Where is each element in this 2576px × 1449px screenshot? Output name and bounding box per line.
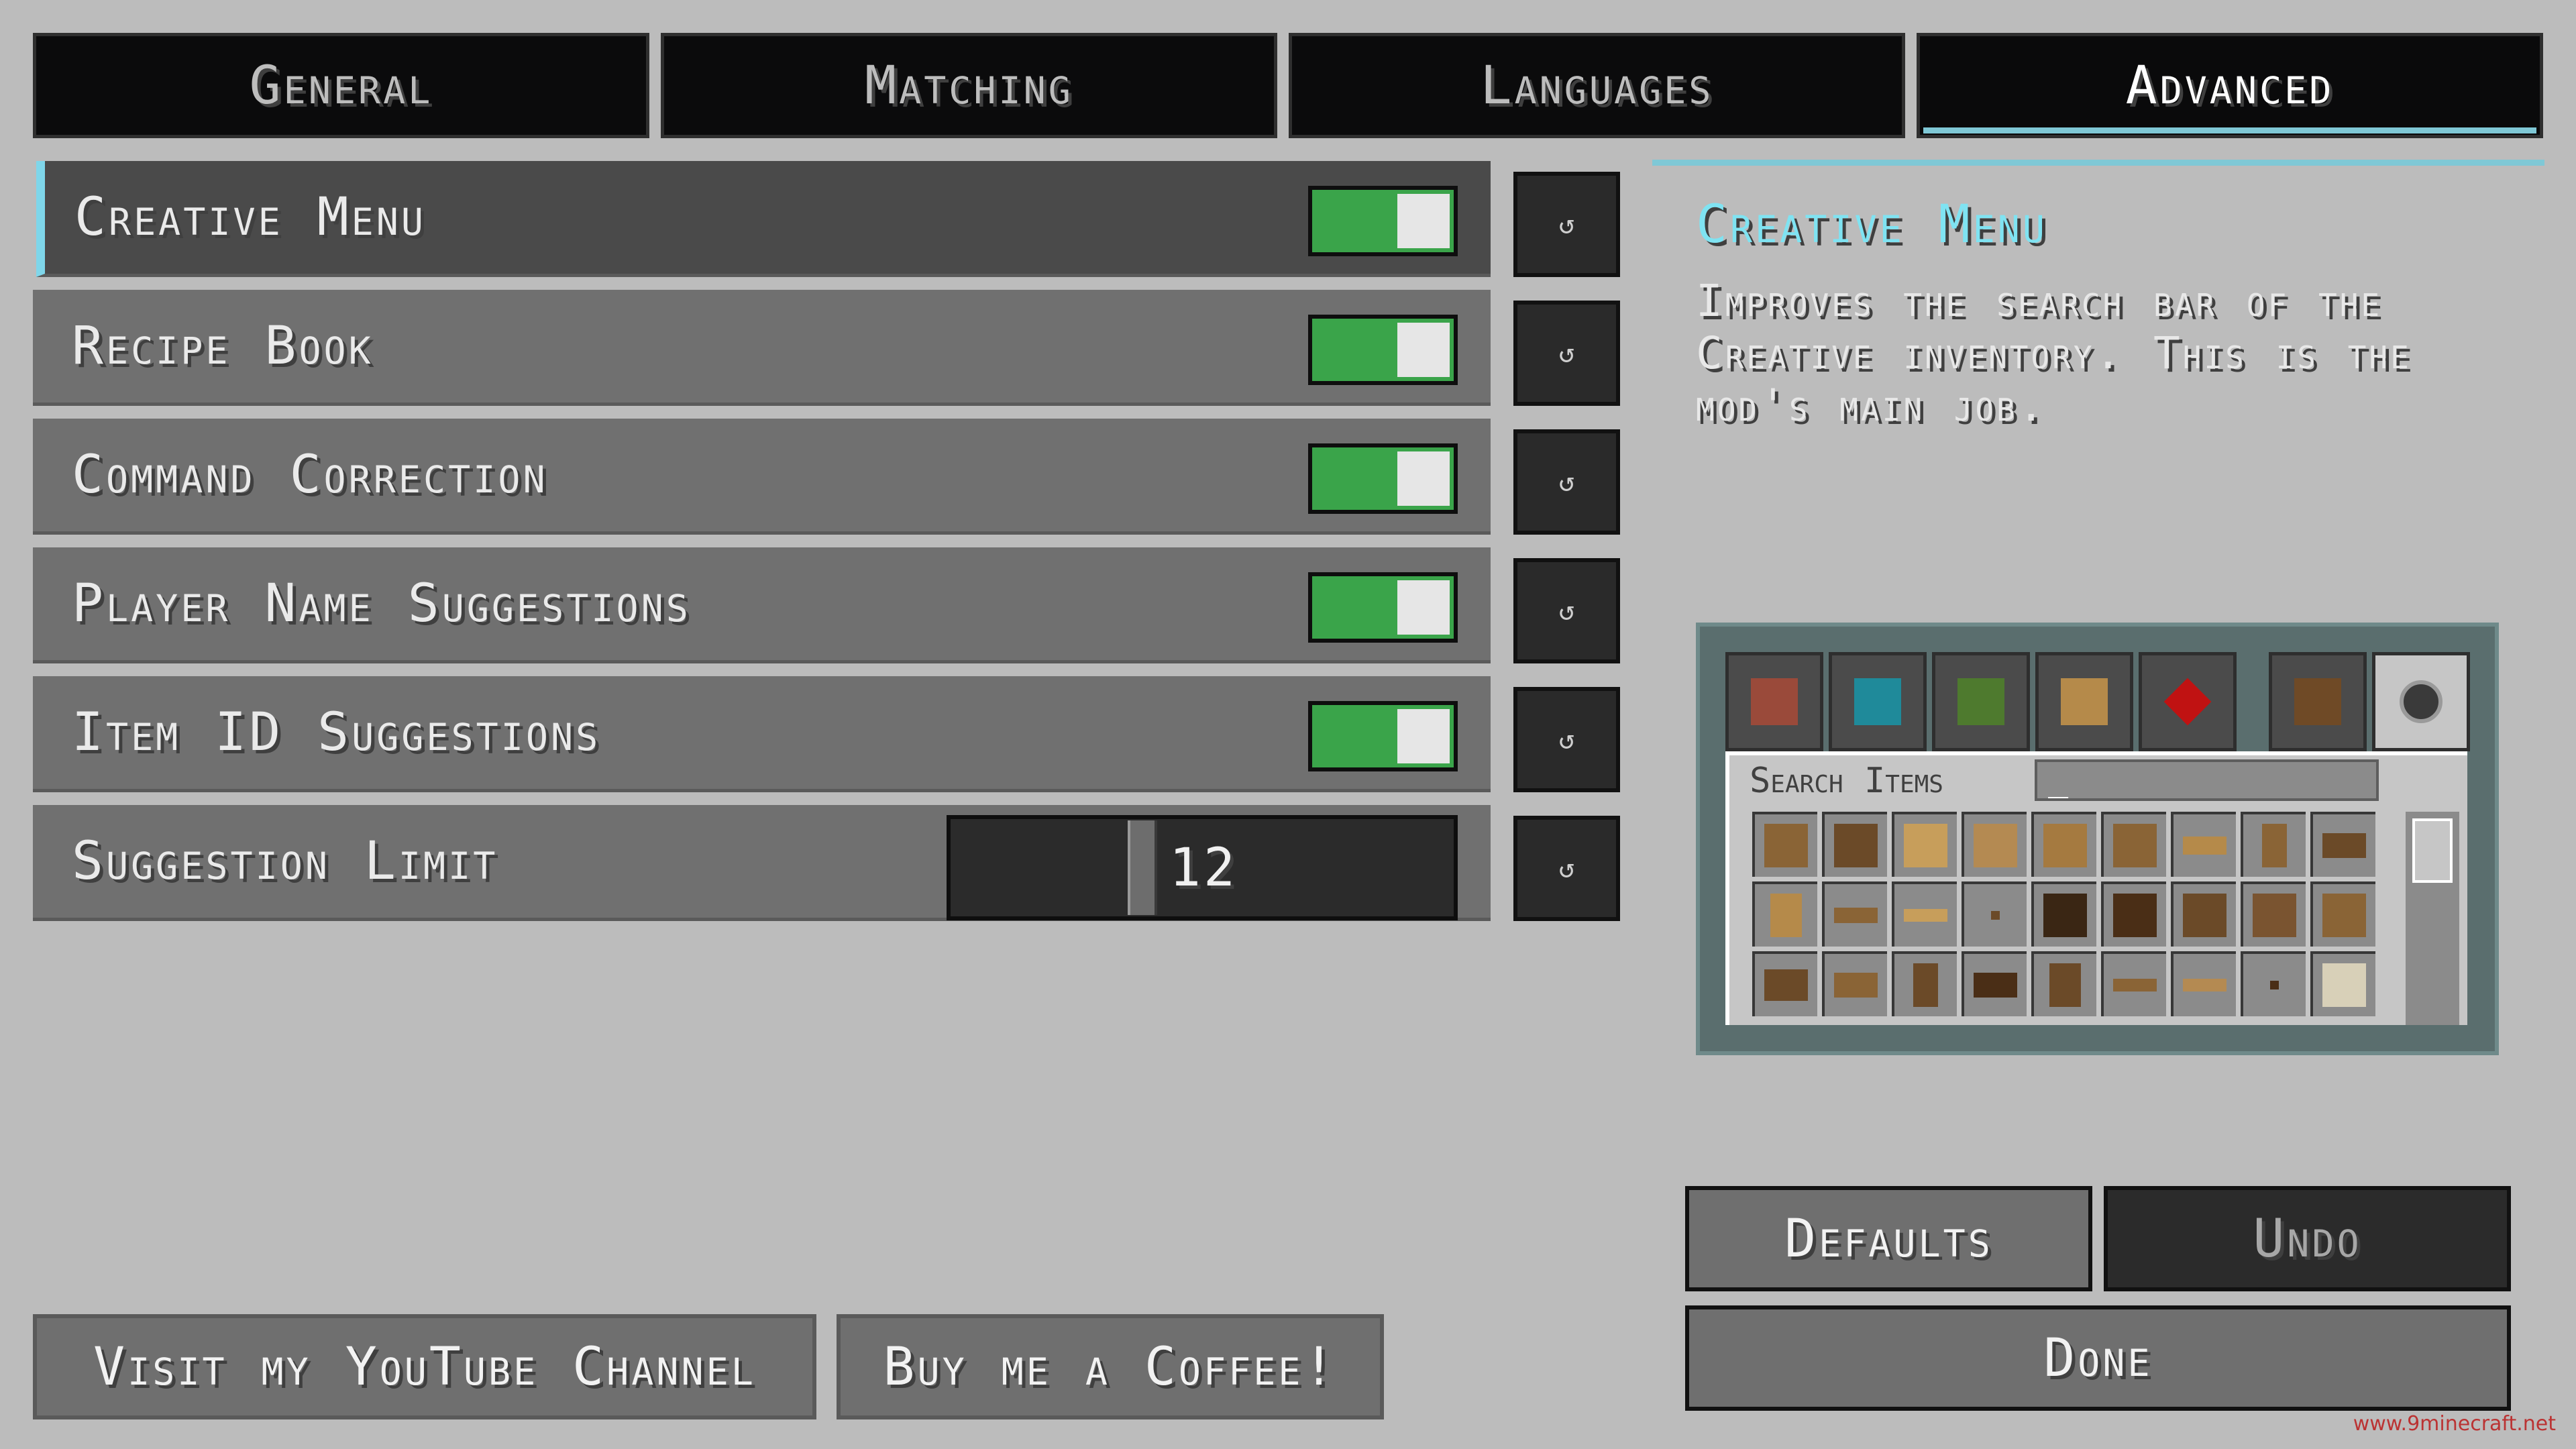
recipe-book-toggle[interactable]	[1308, 315, 1458, 385]
option-command-correction[interactable]: Command Correction	[33, 419, 1491, 535]
tab-languages[interactable]: Languages	[1289, 33, 1905, 138]
reset-player-name-suggestions-button[interactable]: ↺	[1513, 558, 1620, 663]
reset-recipe-book-button[interactable]: ↺	[1513, 301, 1620, 406]
defaults-button[interactable]: Defaults	[1685, 1186, 2092, 1291]
option-recipe-book[interactable]: Recipe Book	[33, 290, 1491, 406]
item-slot	[2101, 812, 2166, 877]
preview-scrollbar	[2406, 812, 2459, 1025]
item-slot	[1752, 881, 1817, 947]
slider-handle[interactable]	[1128, 820, 1157, 915]
creative-inventory-preview: Search Items _	[1696, 623, 2499, 1055]
reset-item-id-suggestions-button[interactable]: ↺	[1513, 687, 1620, 792]
item-slot	[2031, 812, 2096, 877]
item-slot	[2241, 951, 2306, 1016]
tab-advanced[interactable]: Advanced	[1917, 33, 2543, 138]
item-slot	[1822, 951, 1887, 1016]
tab-grass-icon	[1932, 652, 2030, 751]
option-player-name-suggestions[interactable]: Player Name Suggestions	[33, 547, 1491, 663]
preview-tabs	[1725, 652, 2470, 751]
option-label: Command Correction	[72, 445, 548, 505]
player-name-suggestions-toggle[interactable]	[1308, 572, 1458, 643]
option-creative-menu[interactable]: Creative Menu	[36, 161, 1491, 277]
item-slot	[1822, 812, 1887, 877]
item-slot	[2171, 812, 2236, 877]
panel-divider	[1652, 160, 2544, 166]
reset-command-correction-button[interactable]: ↺	[1513, 429, 1620, 535]
preview-inventory: Search Items _	[1725, 751, 2467, 1025]
item-slot	[2310, 881, 2375, 947]
item-slot	[1962, 812, 2027, 877]
tab-sign-icon	[2035, 652, 2133, 751]
watermark-credit: www.9minecraft.net	[2353, 1412, 2556, 1436]
preview-search-label: Search Items	[1750, 761, 1943, 801]
item-slot	[2171, 881, 2236, 947]
item-slot	[1892, 881, 1957, 947]
tab-compass-icon	[2372, 652, 2470, 751]
option-label: Suggestion Limit	[72, 831, 498, 892]
undo-button[interactable]: Undo	[2104, 1186, 2511, 1291]
info-title: Creative Menu	[1696, 195, 2048, 255]
item-slot	[2031, 951, 2096, 1016]
option-label: Recipe Book	[72, 316, 374, 376]
preview-item-grid	[1752, 812, 2375, 1016]
item-slot	[2031, 881, 2096, 947]
option-label: Creative Menu	[74, 187, 427, 248]
item-slot	[2310, 812, 2375, 877]
item-slot	[1822, 881, 1887, 947]
item-slot	[2101, 881, 2166, 947]
command-correction-toggle[interactable]	[1308, 443, 1458, 514]
item-slot	[1892, 951, 1957, 1016]
item-slot	[1962, 881, 2027, 947]
item-slot	[1892, 812, 1957, 877]
tab-bookshelf-icon	[2269, 652, 2367, 751]
preview-search-field: _	[2035, 759, 2379, 801]
tab-prismarine-icon	[1829, 652, 1927, 751]
item-slot	[2101, 951, 2166, 1016]
reset-suggestion-limit-button[interactable]: ↺	[1513, 816, 1620, 921]
option-suggestion-limit[interactable]: Suggestion Limit 12	[33, 805, 1491, 921]
option-label: Item ID Suggestions	[72, 702, 601, 763]
item-slot	[2171, 951, 2236, 1016]
item-slot	[2310, 951, 2375, 1016]
item-slot	[2241, 881, 2306, 947]
suggestion-limit-slider[interactable]: 12	[947, 815, 1458, 920]
slider-value: 12	[1169, 837, 1238, 898]
option-item-id-suggestions[interactable]: Item ID Suggestions	[33, 676, 1491, 792]
done-button[interactable]: Done	[1685, 1305, 2511, 1411]
youtube-channel-button[interactable]: Visit my YouTube Channel	[33, 1314, 816, 1419]
reset-creative-menu-button[interactable]: ↺	[1513, 172, 1620, 277]
item-slot	[1752, 951, 1817, 1016]
tab-matching[interactable]: Matching	[661, 33, 1277, 138]
option-label: Player Name Suggestions	[72, 574, 691, 634]
buy-coffee-button[interactable]: Buy me a Coffee!	[837, 1314, 1384, 1419]
item-slot	[1752, 812, 1817, 877]
tab-redstone-icon	[2139, 652, 2237, 751]
tab-bricks-icon	[1725, 652, 1823, 751]
item-slot	[2241, 812, 2306, 877]
creative-menu-toggle[interactable]	[1308, 186, 1458, 256]
tab-general[interactable]: General	[33, 33, 649, 138]
item-slot	[1962, 951, 2027, 1016]
info-description: Improves the search bar of the Creative …	[1696, 275, 2412, 431]
item-id-suggestions-toggle[interactable]	[1308, 701, 1458, 771]
